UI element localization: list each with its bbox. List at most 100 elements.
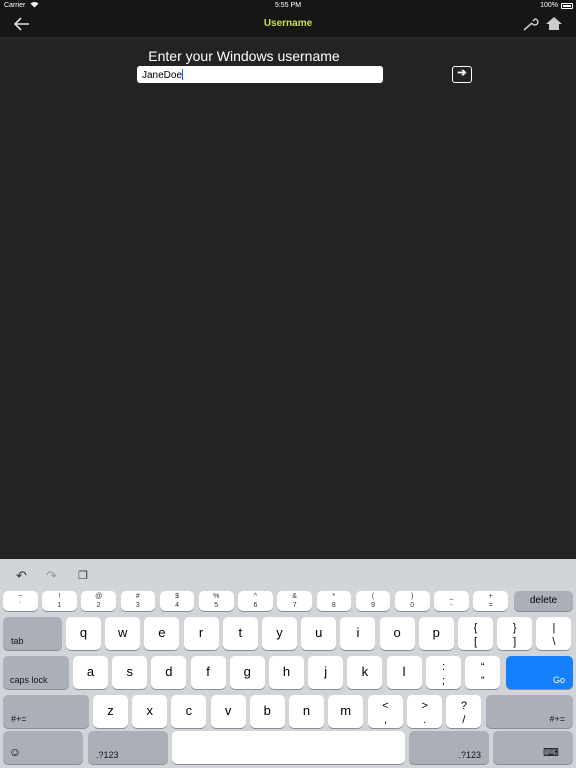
key-bottom-symbol: 4 xyxy=(175,602,179,609)
key-`[interactable]: ~ ` xyxy=(3,591,38,611)
key-bottom-symbol: / xyxy=(462,714,466,726)
key-1[interactable]: ! 1 xyxy=(42,591,77,611)
key-5[interactable]: % 5 xyxy=(199,591,234,611)
key-n[interactable]: n xyxy=(289,695,324,728)
key-g[interactable]: g xyxy=(229,656,265,689)
key-bottom-symbol: 6 xyxy=(253,602,258,609)
caps-lock-label: caps lock xyxy=(10,675,48,685)
key-;[interactable]: :; xyxy=(426,656,461,689)
username-input[interactable]: JaneDoe xyxy=(137,66,383,83)
space-bar[interactable] xyxy=(172,731,405,764)
shift-left-label: #+= xyxy=(11,714,27,724)
paste-icon[interactable]: ❐ xyxy=(78,569,88,582)
status-time: 5:55 PM xyxy=(274,2,302,9)
key-letter: r xyxy=(198,625,204,640)
key-bottom-symbol: . xyxy=(423,714,427,726)
key-w[interactable]: w xyxy=(105,617,141,650)
key-[[interactable]: {[ xyxy=(458,617,493,650)
key-o[interactable]: o xyxy=(379,617,415,650)
key-p[interactable]: p xyxy=(418,617,454,650)
numbers-left-key[interactable]: .?123 xyxy=(88,731,168,764)
keyboard-dismiss-icon: ⌨ xyxy=(543,747,559,759)
key-letter: o xyxy=(393,625,401,640)
shift-right-label: #+= xyxy=(549,714,565,724)
key-top-symbol: _ xyxy=(449,593,454,600)
key-m[interactable]: m xyxy=(328,695,364,728)
key-v[interactable]: v xyxy=(210,695,246,728)
key-z[interactable]: z xyxy=(93,695,128,728)
shift-symbols-right-key[interactable]: #+= xyxy=(486,695,573,728)
key-letter: g xyxy=(243,664,251,679)
key-t[interactable]: t xyxy=(222,617,258,650)
arrow-right-icon[interactable]: ➔ xyxy=(452,66,472,83)
key-letter: h xyxy=(282,664,291,679)
key-=[interactable]: + = xyxy=(473,591,508,611)
key-6[interactable]: ^ 6 xyxy=(238,591,273,611)
wrench-icon[interactable] xyxy=(522,15,540,33)
key-letter: y xyxy=(276,625,283,640)
key-bottom-symbol: 5 xyxy=(214,602,219,609)
key-top-symbol: $ xyxy=(175,593,179,600)
key-][interactable]: }] xyxy=(497,617,533,650)
key-8[interactable]: * 8 xyxy=(316,591,352,611)
key-letter: e xyxy=(158,625,166,640)
redo-icon[interactable]: ↷ xyxy=(46,568,57,584)
caps-lock-key[interactable]: caps lock xyxy=(3,656,69,689)
key-i[interactable]: i xyxy=(340,617,376,650)
navigation-bar: Username xyxy=(0,12,576,38)
delete-button[interactable]: delete xyxy=(514,591,573,611)
onscreen-keyboard: ↶ ↷ ❐ ~ `! 1 @2 #3 $4% 5 ^ 6 & 7 * 8(9) 0 _ - + = delete ta… xyxy=(0,559,576,768)
key-top-symbol: < xyxy=(382,700,389,712)
text-caret xyxy=(182,69,184,80)
tab-key[interactable]: tab xyxy=(3,617,62,650)
numbers-right-key[interactable]: .?123 xyxy=(409,731,489,764)
key-top-symbol: ( xyxy=(371,593,375,600)
key-7[interactable]: & 7 xyxy=(277,591,312,611)
key-bottom-symbol: 2 xyxy=(96,602,101,609)
key-letter: p xyxy=(432,625,440,640)
go-button[interactable]: Go xyxy=(506,656,573,689)
key-r[interactable]: r xyxy=(183,617,219,650)
key-j[interactable]: j xyxy=(308,656,344,689)
key-s[interactable]: s xyxy=(112,656,148,689)
key-k[interactable]: k xyxy=(347,656,383,689)
key-.[interactable]: >. xyxy=(407,695,443,728)
key-top-symbol: } xyxy=(512,622,517,634)
undo-icon[interactable]: ↶ xyxy=(16,568,27,584)
emoji-key[interactable]: ☺ xyxy=(3,731,83,764)
key-e[interactable]: e xyxy=(144,617,180,650)
key-l[interactable]: l xyxy=(386,656,422,689)
key-\[interactable]: | \ xyxy=(536,617,572,650)
keyboard-dismiss-key[interactable]: ⌨ xyxy=(493,731,573,764)
username-prompt: Enter your Windows username xyxy=(148,48,340,64)
key-bottom-symbol: ] xyxy=(513,636,517,648)
key-top-symbol: % xyxy=(213,593,220,600)
key-q[interactable]: q xyxy=(66,617,101,650)
key-top-symbol: & xyxy=(292,593,297,600)
home-icon[interactable] xyxy=(545,15,563,33)
key-9[interactable]: (9 xyxy=(355,591,391,611)
key-top-symbol: # xyxy=(135,593,140,600)
key-x[interactable]: x xyxy=(132,695,168,728)
key-top-symbol: ! xyxy=(58,593,61,600)
key-letter: u xyxy=(315,625,323,640)
key-d[interactable]: d xyxy=(151,656,187,689)
key-y[interactable]: y xyxy=(262,617,297,650)
key-2[interactable]: @2 xyxy=(81,591,116,611)
key-f[interactable]: f xyxy=(190,656,226,689)
key-bottom-symbol: ” xyxy=(480,675,485,687)
go-label: Go xyxy=(552,675,565,685)
key-h[interactable]: h xyxy=(269,656,304,689)
key--[interactable]: _ - xyxy=(434,591,469,611)
key-3[interactable]: #3 xyxy=(120,591,156,611)
key-u[interactable]: u xyxy=(301,617,337,650)
key-”[interactable]: “” xyxy=(465,656,501,689)
key-,[interactable]: <, xyxy=(368,695,403,728)
key-4[interactable]: $4 xyxy=(159,591,195,611)
key-b[interactable]: b xyxy=(249,695,285,728)
shift-symbols-left-key[interactable]: #+= xyxy=(3,695,89,728)
key-0[interactable]: ) 0 xyxy=(395,591,430,611)
key-/[interactable]: ? / xyxy=(446,695,482,728)
key-a[interactable]: a xyxy=(73,656,108,689)
key-c[interactable]: c xyxy=(171,695,207,728)
